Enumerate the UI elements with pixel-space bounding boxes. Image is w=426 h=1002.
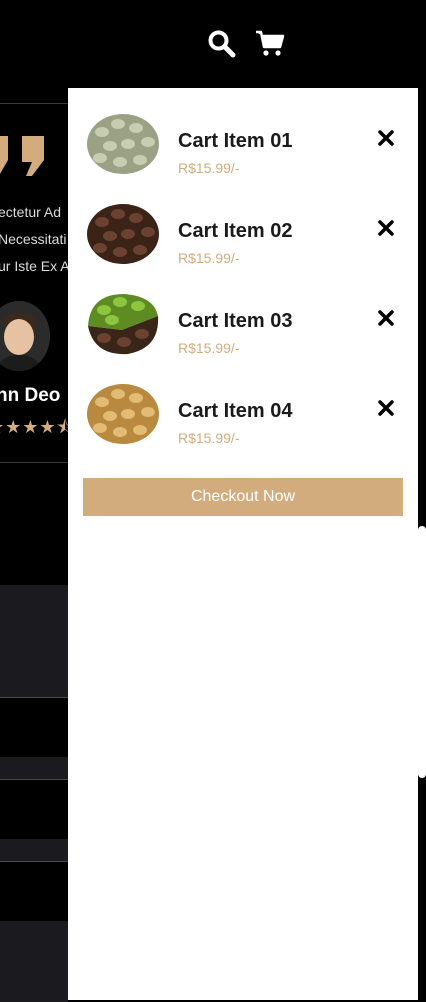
- review-line: ectetur Ad: [0, 204, 62, 220]
- light-roast-coffee-beans-image: [87, 384, 159, 444]
- reviewer-name: nn Deo: [0, 385, 61, 406]
- review-line: ur Iste Ex A: [0, 258, 68, 274]
- footer-band: [0, 921, 68, 1002]
- cart-item: Cart Item 02 R$15.99/-: [68, 188, 418, 278]
- close-icon[interactable]: [376, 218, 396, 238]
- review-line: Necessitati: [0, 231, 67, 247]
- footer-band: [0, 839, 68, 861]
- cart-item: Cart Item 03 R$15.99/-: [68, 278, 418, 368]
- footer-band: [0, 757, 68, 779]
- review-text: ectetur Ad Necessitati ur Iste Ex A: [0, 199, 68, 280]
- cart-item-price: R$15.99/-: [178, 250, 240, 266]
- divider: [0, 697, 68, 698]
- cart-item-price: R$15.99/-: [178, 340, 240, 356]
- cart-item-title: Cart Item 01: [178, 130, 293, 152]
- rating-stars: ★★★★⯪: [0, 417, 68, 435]
- header: [0, 0, 426, 88]
- divider: [0, 462, 68, 463]
- mixed-coffee-beans-image: [88, 294, 159, 355]
- cart-icon[interactable]: [255, 28, 285, 58]
- quote-icon: [0, 136, 44, 176]
- divider: [0, 861, 68, 862]
- cart-item-price: R$15.99/-: [178, 430, 240, 446]
- cart-panel: Cart Item 01 R$15.99/- Cart Item 02 R$15…: [68, 88, 418, 1000]
- close-icon[interactable]: [376, 128, 396, 148]
- cart-item: Cart Item 04 R$15.99/-: [68, 368, 418, 458]
- cart-item-title: Cart Item 02: [178, 220, 293, 242]
- reviewer-avatar: [0, 301, 50, 371]
- dark-roast-coffee-beans-image: [87, 204, 159, 264]
- scrollbar[interactable]: [418, 526, 426, 778]
- green-coffee-beans-image: [87, 114, 159, 174]
- divider: [0, 779, 68, 780]
- close-icon[interactable]: [376, 308, 396, 328]
- cart-item-title: Cart Item 04: [178, 400, 293, 422]
- divider: [0, 103, 68, 104]
- cart-item: Cart Item 01 R$15.99/-: [68, 98, 418, 188]
- cart-item-title: Cart Item 03: [178, 310, 293, 332]
- close-icon[interactable]: [376, 398, 396, 418]
- checkout-button[interactable]: Checkout Now: [83, 478, 403, 516]
- search-icon[interactable]: [206, 28, 236, 58]
- cart-item-price: R$15.99/-: [178, 160, 240, 176]
- footer-band: [0, 585, 68, 697]
